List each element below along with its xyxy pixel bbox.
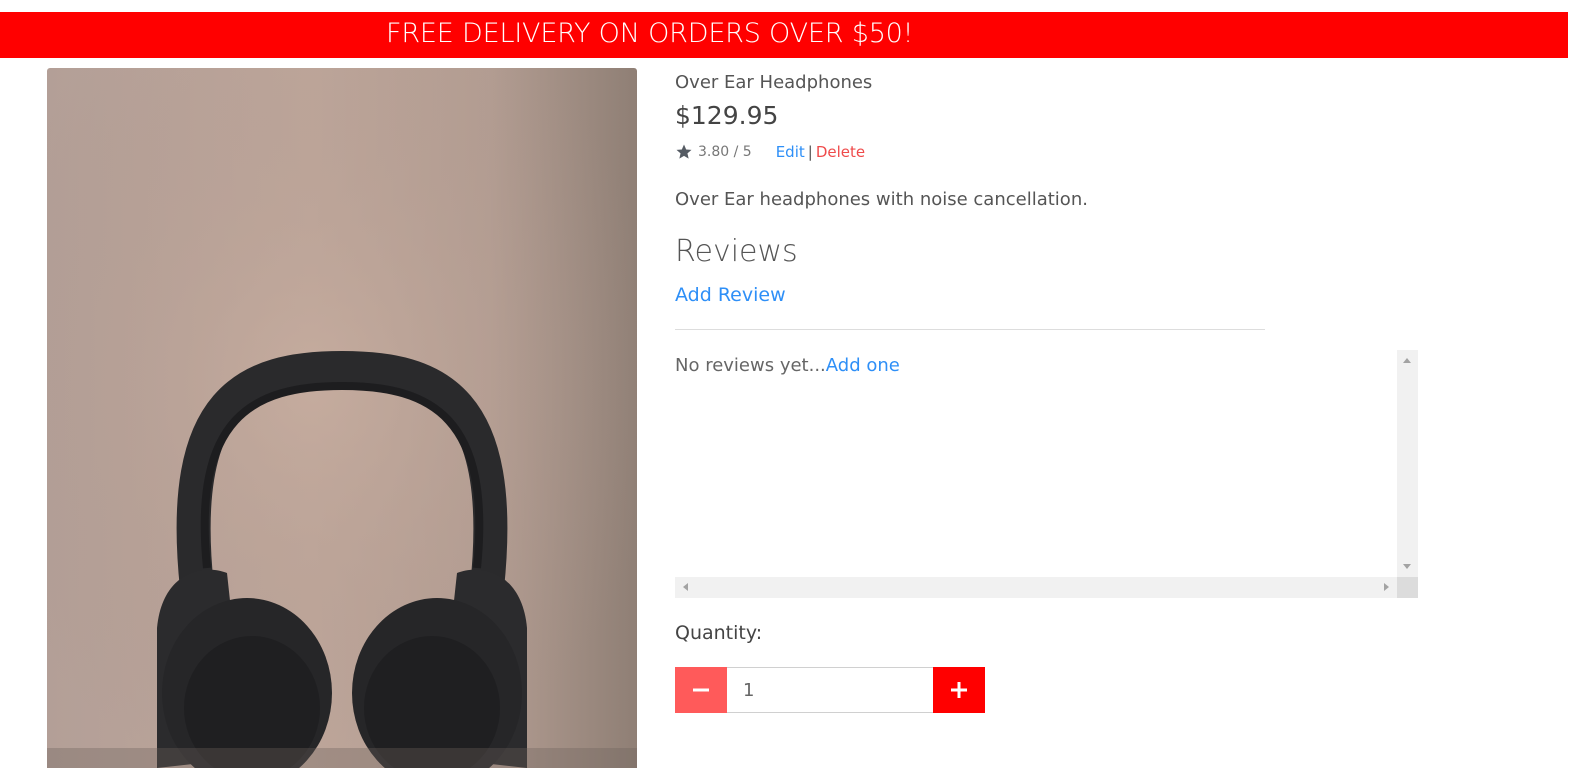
- horizontal-scrollbar[interactable]: [675, 577, 1397, 598]
- add-review-link[interactable]: Add Review: [675, 284, 786, 306]
- quantity-stepper: [675, 667, 985, 713]
- admin-links: Edit | Delete: [776, 143, 865, 161]
- no-reviews-message: No reviews yet...Add one: [675, 355, 900, 376]
- quantity-label: Quantity:: [675, 622, 763, 644]
- scroll-right-icon[interactable]: [1384, 583, 1389, 591]
- no-reviews-text: No reviews yet...: [675, 355, 826, 376]
- product-image: [47, 68, 637, 768]
- reviews-heading: Reviews: [675, 234, 798, 269]
- link-separator: |: [807, 143, 813, 161]
- headphones-illustration: [47, 68, 637, 768]
- delete-link[interactable]: Delete: [816, 143, 865, 161]
- rating-row: 3.80 / 5 Edit | Delete: [675, 143, 865, 161]
- scroll-down-icon[interactable]: [1403, 564, 1411, 569]
- scroll-corner: [1397, 577, 1418, 598]
- product-name: Over Ear Headphones: [675, 72, 873, 93]
- star-icon: [675, 143, 693, 161]
- delivery-banner: FREE DELIVERY ON ORDERS OVER $50!: [0, 12, 1568, 58]
- quantity-input[interactable]: [727, 667, 933, 713]
- minus-icon: [692, 681, 710, 699]
- product-rating: 3.80 / 5: [698, 144, 752, 160]
- add-one-link[interactable]: Add one: [826, 355, 900, 376]
- vertical-scrollbar[interactable]: [1397, 350, 1418, 577]
- product-description: Over Ear headphones with noise cancellat…: [675, 189, 1088, 210]
- scroll-left-icon[interactable]: [683, 583, 688, 591]
- plus-icon: [950, 681, 968, 699]
- divider: [675, 329, 1265, 330]
- increment-button[interactable]: [933, 667, 985, 713]
- scroll-up-icon[interactable]: [1403, 358, 1411, 363]
- product-price: $129.95: [675, 101, 779, 130]
- edit-link[interactable]: Edit: [776, 143, 805, 161]
- decrement-button[interactable]: [675, 667, 727, 713]
- reviews-scroll-area[interactable]: No reviews yet...Add one: [675, 350, 1418, 598]
- banner-text: FREE DELIVERY ON ORDERS OVER $50!: [386, 18, 914, 49]
